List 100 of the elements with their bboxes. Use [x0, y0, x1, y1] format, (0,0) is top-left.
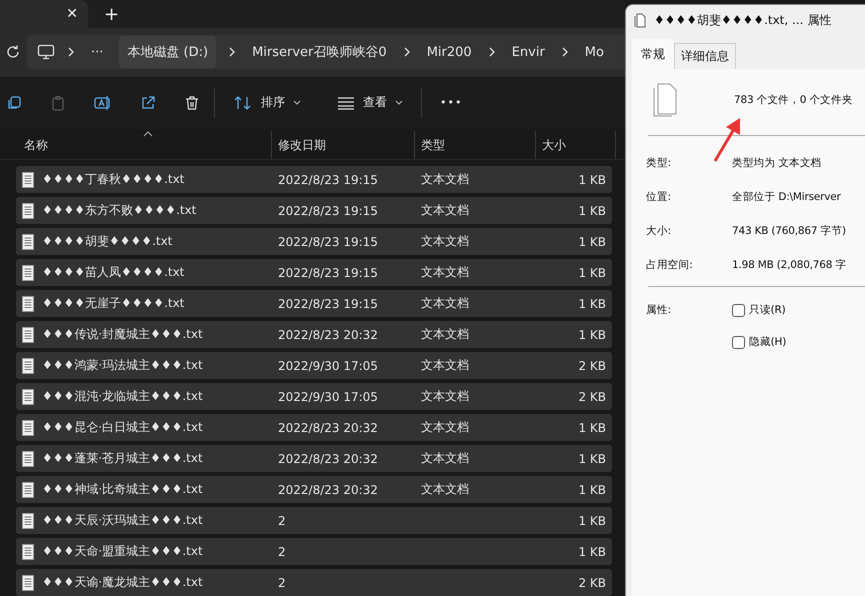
caret-icon	[293, 100, 301, 106]
file-row[interactable]: ♦♦♦♦东方不败♦♦♦♦.txt 2022/8/23 19:15 文本文档 1 KB	[16, 197, 612, 224]
share-icon[interactable]	[140, 94, 156, 111]
text-file-icon	[22, 202, 34, 218]
sort-button[interactable]: 排序	[229, 90, 305, 116]
view-button[interactable]: 查看	[333, 90, 407, 116]
file-size: 1 KB	[578, 452, 606, 466]
files-icon	[634, 12, 646, 28]
breadcrumb[interactable]: Mirserver召唤师峡谷0	[248, 38, 391, 66]
column-header[interactable]: 类型	[415, 131, 536, 159]
file-name: ♦♦♦鸿蒙·玛法城主♦♦♦.txt	[42, 357, 203, 374]
file-row[interactable]: ♦♦♦天辰·沃玛城主♦♦♦.txt 2 1 KB	[16, 507, 612, 534]
breadcrumb[interactable]: Mir200	[422, 40, 476, 65]
browser-tab[interactable]: ✕	[0, 0, 88, 28]
column-header[interactable]: 名称	[0, 131, 272, 159]
modified-date: 2022/8/23 20:32	[278, 452, 378, 466]
dialog-tab[interactable]: 常规	[632, 39, 674, 69]
trash-icon[interactable]	[184, 94, 200, 111]
file-name: ♦♦♦♦无崖子♦♦♦♦.txt	[42, 295, 184, 312]
column-header[interactable]: 修改日期	[272, 131, 415, 159]
file-type: 文本文档	[421, 481, 469, 498]
file-type: 文本文档	[421, 202, 469, 219]
file-type: 文本文档	[421, 450, 469, 467]
file-type: 文本文档	[421, 357, 469, 374]
property-value: 1.98 MB (2,080,768 字	[732, 258, 846, 272]
text-file-icon	[22, 574, 34, 590]
checkbox-label: 只读(R)	[749, 303, 786, 317]
file-name: ♦♦♦传说·封魔城主♦♦♦.txt	[42, 326, 203, 343]
text-file-icon	[22, 512, 34, 528]
file-size: 1 KB	[578, 234, 606, 248]
close-tab-button[interactable]: ✕	[56, 6, 88, 22]
text-file-icon	[22, 420, 34, 436]
file-name: ♦♦♦♦丁春秋♦♦♦♦.txt	[42, 171, 184, 188]
more-button[interactable]: •••	[436, 92, 466, 114]
file-row[interactable]: ♦♦♦♦胡斐♦♦♦♦.txt 2022/8/23 19:15 文本文档 1 KB	[16, 228, 612, 255]
file-size: 1 KB	[578, 296, 606, 310]
monitor-icon	[37, 44, 55, 60]
file-row[interactable]: ♦♦♦♦丁春秋♦♦♦♦.txt 2022/8/23 19:15 文本文档 1 KB	[16, 166, 612, 193]
file-name: ♦♦♦昆仑·白日城主♦♦♦.txt	[42, 419, 203, 436]
text-file-icon	[22, 358, 34, 374]
checkbox-label: 隐藏(H)	[749, 335, 786, 349]
breadcrumb[interactable]: Mo	[580, 40, 608, 65]
file-type: 文本文档	[421, 295, 469, 312]
rename-icon[interactable]	[94, 94, 112, 111]
checkbox[interactable]	[732, 336, 745, 348]
modified-date: 2022/8/23 20:32	[278, 420, 378, 434]
file-name: ♦♦♦蓬莱·苍月城主♦♦♦.txt	[42, 450, 203, 467]
text-file-icon	[22, 450, 34, 466]
modified-date: 2022/8/23 19:15	[278, 234, 378, 248]
text-file-icon	[22, 234, 34, 250]
copy-icon[interactable]	[6, 94, 22, 111]
chevron-icon	[228, 47, 236, 58]
property-label: 属性:	[645, 303, 672, 317]
file-row[interactable]: ♦♦♦天谕·魔龙城主♦♦♦.txt 2 2 KB	[16, 569, 612, 596]
address-bar[interactable]: ··· 本地磁盘 (D:) Mirserver召唤师峡谷0 Mir200 Envir Mo	[27, 35, 625, 70]
property-value: 743 KB (760,867 字节)	[732, 224, 846, 238]
lines-icon	[337, 96, 355, 110]
file-row[interactable]: ♦♦♦昆仑·白日城主♦♦♦.txt 2022/8/23 20:32 文本文档 1 KB	[16, 414, 612, 441]
modified-date: 2	[278, 576, 286, 590]
file-size: 1 KB	[578, 172, 606, 186]
file-size: 2 KB	[578, 576, 606, 590]
sort-caret-icon	[143, 131, 153, 137]
breadcrumb[interactable]: Envir	[508, 40, 549, 65]
file-row[interactable]: ♦♦♦♦苗人凤♦♦♦♦.txt 2022/8/23 19:15 文本文档 1 KB	[16, 259, 612, 286]
file-row[interactable]: ♦♦♦混沌·龙临城主♦♦♦.txt 2022/9/30 17:05 文本文档 2 KB	[16, 383, 612, 410]
property-value: 全部位于 D:\Mirserver	[732, 190, 841, 204]
file-row[interactable]: ♦♦♦♦无崖子♦♦♦♦.txt 2022/8/23 19:15 文本文档 1 KB	[16, 290, 612, 317]
new-tab-button[interactable]: +	[94, 4, 130, 24]
file-row[interactable]: ♦♦♦蓬莱·苍月城主♦♦♦.txt 2022/8/23 20:32 文本文档 1 KB	[16, 445, 612, 472]
chevron-icon	[67, 47, 75, 58]
file-row[interactable]: ♦♦♦鸿蒙·玛法城主♦♦♦.txt 2022/9/30 17:05 文本文档 2 KB	[16, 352, 612, 379]
file-name: ♦♦♦天辰·沃玛城主♦♦♦.txt	[42, 512, 203, 529]
file-size: 1 KB	[578, 328, 606, 342]
text-file-icon	[22, 264, 34, 280]
breadcrumb[interactable]: 本地磁盘 (D:)	[119, 36, 216, 68]
more-crumbs-button[interactable]: ···	[87, 40, 108, 65]
file-size: 2 KB	[578, 390, 606, 404]
file-type: 文本文档	[421, 264, 469, 281]
text-file-icon	[22, 296, 34, 312]
text-file-icon	[22, 172, 34, 188]
dialog-tab[interactable]: 详细信息	[674, 43, 736, 69]
caret-icon	[395, 100, 403, 106]
modified-date: 2022/8/23 19:15	[278, 204, 378, 218]
file-type: 文本文档	[421, 419, 469, 436]
property-value: 类型均为 文本文档	[732, 156, 822, 170]
refresh-icon[interactable]	[5, 44, 21, 60]
column-header[interactable]: 大小	[536, 131, 616, 159]
file-size: 1 KB	[578, 420, 606, 434]
modified-date: 2022/9/30 17:05	[278, 390, 378, 404]
file-row[interactable]: ♦♦♦神域·比奇城主♦♦♦.txt 2022/8/23 20:32 文本文档 1 KB	[16, 476, 612, 503]
modified-date: 2	[278, 514, 286, 528]
file-row[interactable]: ♦♦♦天命·盟重城主♦♦♦.txt 2 1 KB	[16, 538, 612, 565]
file-row[interactable]: ♦♦♦传说·封魔城主♦♦♦.txt 2022/8/23 20:32 文本文档 1 KB	[16, 321, 612, 348]
property-label: 大小:	[645, 224, 672, 238]
checkbox[interactable]	[732, 304, 745, 316]
file-name: ♦♦♦神域·比奇城主♦♦♦.txt	[42, 481, 203, 498]
file-type: 文本文档	[421, 233, 469, 250]
chevron-icon	[560, 47, 569, 58]
chevron-icon	[488, 47, 496, 58]
file-count: 783 个文件，0 个文件夹	[734, 93, 853, 107]
